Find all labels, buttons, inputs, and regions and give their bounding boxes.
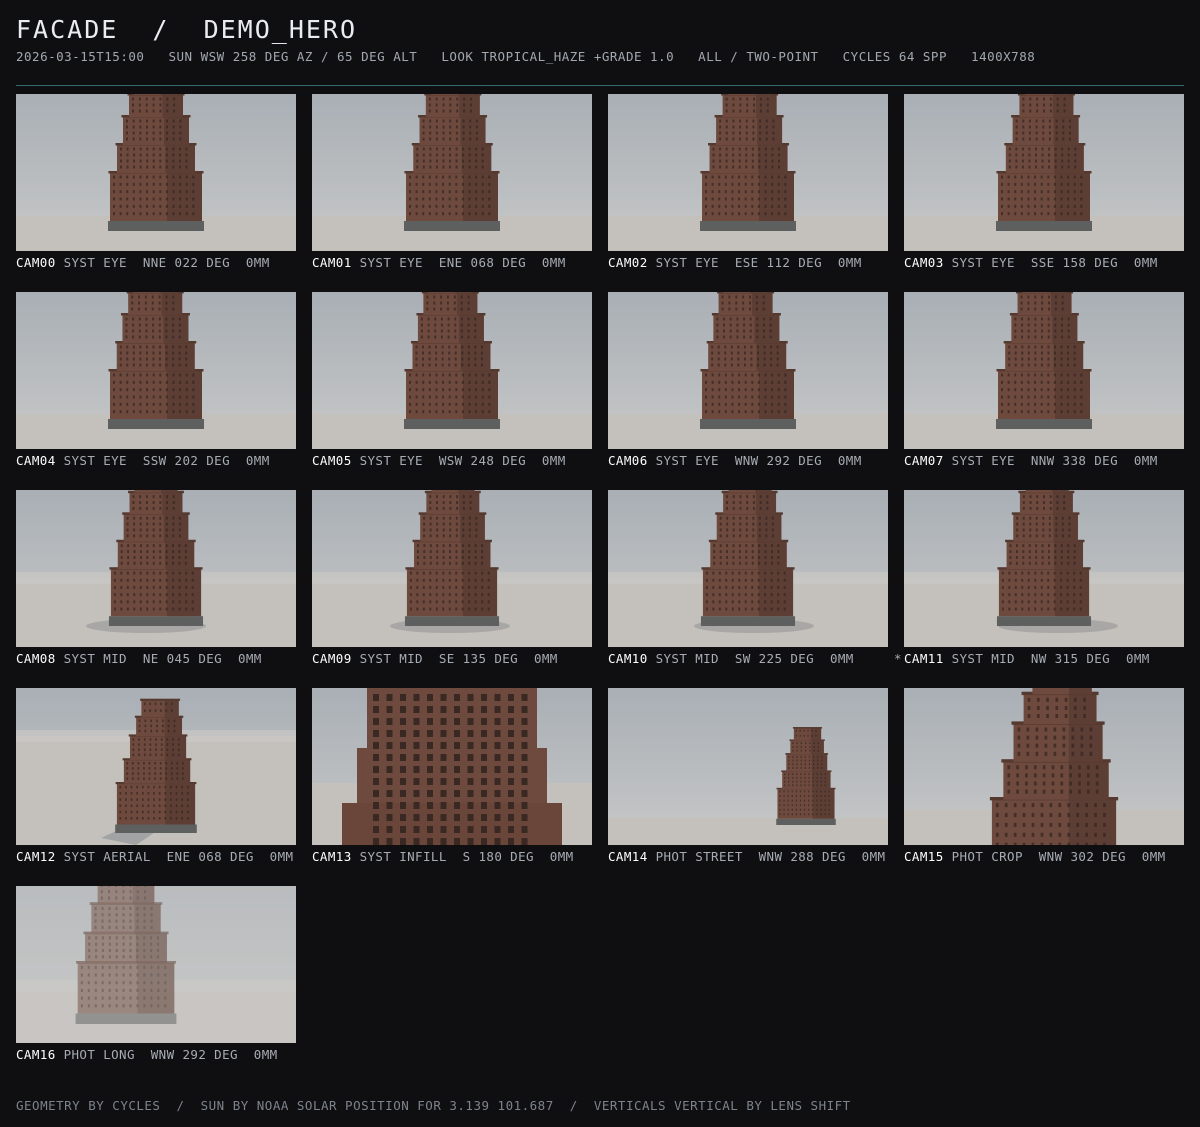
camera-description: SYST EYE WSW 248 DEG 0MM [359, 453, 566, 468]
camera-id: CAM03 [904, 255, 944, 270]
render-thumbnail[interactable] [312, 94, 592, 251]
camera-description: PHOT STREET WNW 288 DEG 0MM [655, 849, 886, 864]
camera-description: SYST EYE SSE 158 DEG 0MM [951, 255, 1158, 270]
camera-description: SYST EYE WNW 292 DEG 0MM [655, 453, 862, 468]
render-thumbnail[interactable] [904, 94, 1184, 251]
camera-tile-cam08[interactable]: CAM08 SYST MID NE 045 DEG 0MM [16, 490, 296, 670]
camera-tile-cam03[interactable]: CAM03 SYST EYE SSE 158 DEG 0MM [904, 94, 1184, 274]
camera-tile-cam07[interactable]: CAM07 SYST EYE NNW 338 DEG 0MM [904, 292, 1184, 472]
camera-tile-cam00[interactable]: CAM00 SYST EYE NNE 022 DEG 0MM [16, 94, 296, 274]
camera-caption: CAM00 SYST EYE NNE 022 DEG 0MM [16, 255, 316, 270]
camera-tile-cam04[interactable]: CAM04 SYST EYE SSW 202 DEG 0MM [16, 292, 296, 472]
render-thumbnail[interactable] [608, 490, 888, 647]
render-thumbnail[interactable] [608, 688, 888, 845]
render-thumbnail[interactable] [16, 688, 296, 845]
camera-caption: CAM10 SYST MID SW 225 DEG 0MM [608, 651, 908, 666]
render-thumbnail[interactable] [312, 292, 592, 449]
camera-description: SYST MID SE 135 DEG 0MM [359, 651, 558, 666]
camera-tile-cam06[interactable]: CAM06 SYST EYE WNW 292 DEG 0MM [608, 292, 888, 472]
camera-description: SYST AERIAL ENE 068 DEG 0MM [63, 849, 294, 864]
header: FACADE / DEMO_HERO 2026-03-15T15:00 SUN … [16, 14, 1184, 64]
camera-description: SYST EYE SSW 202 DEG 0MM [63, 453, 270, 468]
camera-caption: CAM03 SYST EYE SSE 158 DEG 0MM [904, 255, 1200, 270]
camera-description: SYST MID NW 315 DEG 0MM [951, 651, 1150, 666]
camera-description: PHOT CROP WNW 302 DEG 0MM [951, 849, 1166, 864]
camera-caption: CAM15 PHOT CROP WNW 302 DEG 0MM [904, 849, 1200, 864]
camera-caption: CAM11 SYST MID NW 315 DEG 0MM [904, 651, 1200, 666]
camera-id: CAM11 [904, 651, 944, 666]
camera-id: CAM05 [312, 453, 352, 468]
camera-id: CAM08 [16, 651, 56, 666]
camera-description: SYST EYE NNE 022 DEG 0MM [63, 255, 270, 270]
camera-tile-cam09[interactable]: CAM09 SYST MID SE 135 DEG 0MM [312, 490, 592, 670]
camera-description: PHOT LONG WNW 292 DEG 0MM [63, 1047, 278, 1062]
render-thumbnail[interactable] [608, 292, 888, 449]
camera-description: SYST EYE NNW 338 DEG 0MM [951, 453, 1158, 468]
camera-tile-cam12[interactable]: CAM12 SYST AERIAL ENE 068 DEG 0MM [16, 688, 296, 868]
camera-tile-cam16[interactable]: CAM16 PHOT LONG WNW 292 DEG 0MM [16, 886, 296, 1066]
camera-id: CAM15 [904, 849, 944, 864]
camera-description: SYST INFILL S 180 DEG 0MM [359, 849, 574, 864]
camera-id: CAM09 [312, 651, 352, 666]
camera-caption: CAM02 SYST EYE ESE 112 DEG 0MM [608, 255, 908, 270]
camera-tile-cam02[interactable]: CAM02 SYST EYE ESE 112 DEG 0MM [608, 94, 888, 274]
camera-tile-cam15[interactable]: CAM15 PHOT CROP WNW 302 DEG 0MM [904, 688, 1184, 868]
camera-description: SYST EYE ESE 112 DEG 0MM [655, 255, 862, 270]
camera-caption: CAM05 SYST EYE WSW 248 DEG 0MM [312, 453, 612, 468]
camera-description: SYST MID NE 045 DEG 0MM [63, 651, 262, 666]
camera-caption: CAM07 SYST EYE NNW 338 DEG 0MM [904, 453, 1200, 468]
page-title: FACADE / DEMO_HERO [16, 15, 358, 44]
selection-mark: * [894, 651, 902, 666]
camera-tile-cam11[interactable]: * CAM11 SYST MID NW 315 DEG 0MM [894, 490, 1184, 670]
camera-caption: CAM12 SYST AERIAL ENE 068 DEG 0MM [16, 849, 316, 864]
camera-caption: CAM01 SYST EYE ENE 068 DEG 0MM [312, 255, 612, 270]
render-thumbnail[interactable] [904, 292, 1184, 449]
render-thumbnail[interactable] [16, 292, 296, 449]
render-thumbnail[interactable] [16, 886, 296, 1043]
camera-description: SYST EYE ENE 068 DEG 0MM [359, 255, 566, 270]
camera-caption: CAM14 PHOT STREET WNW 288 DEG 0MM [608, 849, 908, 864]
camera-id: CAM13 [312, 849, 352, 864]
camera-caption: CAM04 SYST EYE SSW 202 DEG 0MM [16, 453, 316, 468]
camera-tile-cam13[interactable]: CAM13 SYST INFILL S 180 DEG 0MM [312, 688, 592, 868]
camera-id: CAM04 [16, 453, 56, 468]
header-divider [16, 85, 1184, 86]
camera-id: CAM10 [608, 651, 648, 666]
render-thumbnail[interactable] [904, 490, 1184, 647]
camera-id: CAM00 [16, 255, 56, 270]
camera-tile-cam05[interactable]: CAM05 SYST EYE WSW 248 DEG 0MM [312, 292, 592, 472]
camera-caption: CAM09 SYST MID SE 135 DEG 0MM [312, 651, 612, 666]
camera-caption: CAM06 SYST EYE WNW 292 DEG 0MM [608, 453, 908, 468]
render-thumbnail[interactable] [312, 688, 592, 845]
camera-id: CAM02 [608, 255, 648, 270]
camera-id: CAM14 [608, 849, 648, 864]
camera-caption: CAM08 SYST MID NE 045 DEG 0MM [16, 651, 316, 666]
footer-credits: GEOMETRY BY CYCLES / SUN BY NOAA SOLAR P… [16, 1098, 851, 1113]
render-thumbnail[interactable] [608, 94, 888, 251]
render-settings-line: 2026-03-15T15:00 SUN WSW 258 DEG AZ / 65… [16, 49, 1036, 64]
camera-tile-cam10[interactable]: CAM10 SYST MID SW 225 DEG 0MM [608, 490, 888, 670]
render-thumbnail[interactable] [904, 688, 1184, 845]
render-thumbnail[interactable] [16, 490, 296, 647]
camera-tile-cam01[interactable]: CAM01 SYST EYE ENE 068 DEG 0MM [312, 94, 592, 274]
camera-id: CAM06 [608, 453, 648, 468]
camera-id: CAM07 [904, 453, 944, 468]
render-thumbnail[interactable] [312, 490, 592, 647]
camera-tile-cam14[interactable]: CAM14 PHOT STREET WNW 288 DEG 0MM [608, 688, 888, 868]
camera-caption: CAM16 PHOT LONG WNW 292 DEG 0MM [16, 1047, 316, 1062]
camera-id: CAM16 [16, 1047, 56, 1062]
render-thumbnail[interactable] [16, 94, 296, 251]
camera-description: SYST MID SW 225 DEG 0MM [655, 651, 854, 666]
camera-id: CAM12 [16, 849, 56, 864]
camera-caption: CAM13 SYST INFILL S 180 DEG 0MM [312, 849, 612, 864]
camera-id: CAM01 [312, 255, 352, 270]
